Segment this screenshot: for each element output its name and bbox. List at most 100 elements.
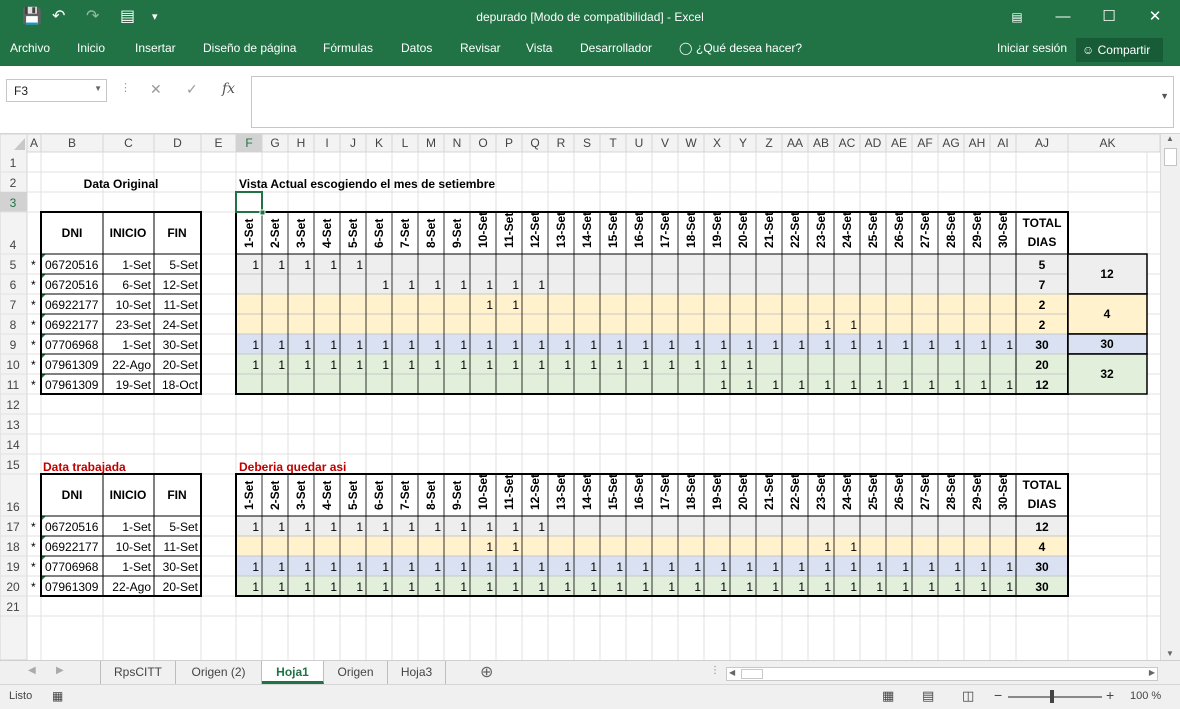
sheet-tab-hoja3[interactable]: Hoja3 bbox=[388, 661, 446, 684]
column-header-w[interactable]: W bbox=[685, 136, 697, 150]
macro-record-icon[interactable]: ▦ bbox=[52, 689, 63, 703]
row-header-16[interactable]: 16 bbox=[6, 500, 20, 514]
scroll-left-icon[interactable]: ◀ bbox=[729, 668, 735, 677]
column-header-q[interactable]: Q bbox=[530, 136, 539, 150]
column-header-f[interactable]: F bbox=[245, 136, 252, 150]
row-header-11[interactable]: 11 bbox=[7, 378, 20, 392]
column-header-y[interactable]: Y bbox=[739, 136, 747, 150]
row-header-9[interactable]: 9 bbox=[10, 338, 17, 352]
row-header-4[interactable]: 4 bbox=[10, 238, 17, 252]
add-sheet-icon[interactable]: ⊕ bbox=[480, 662, 493, 682]
row-header-1[interactable]: 1 bbox=[10, 156, 17, 170]
column-header-v[interactable]: V bbox=[661, 136, 669, 150]
row-header-13[interactable]: 13 bbox=[6, 418, 20, 432]
column-header-t[interactable]: T bbox=[609, 136, 617, 150]
horizontal-scrollbar[interactable]: ◀ ▶ bbox=[726, 667, 1158, 681]
column-header-d[interactable]: D bbox=[173, 136, 182, 150]
total-dias-cell: 30 bbox=[1035, 580, 1049, 594]
day-value-cell: 1 bbox=[642, 358, 649, 372]
row-header-6[interactable]: 6 bbox=[10, 278, 17, 292]
row-header-10[interactable]: 10 bbox=[6, 358, 20, 372]
column-header-g[interactable]: G bbox=[270, 136, 279, 150]
zoom-slider[interactable] bbox=[1008, 690, 1102, 703]
zoom-slider-thumb[interactable] bbox=[1050, 690, 1054, 703]
column-header-l[interactable]: L bbox=[402, 136, 409, 150]
sheet-tab-rpscitt[interactable]: RpsCITT bbox=[100, 661, 176, 684]
row-header-20[interactable]: 20 bbox=[6, 580, 20, 594]
column-header-s[interactable]: S bbox=[583, 136, 591, 150]
row-header-18[interactable]: 18 bbox=[6, 540, 20, 554]
column-header-e[interactable]: E bbox=[214, 136, 222, 150]
day-value-cell: 1 bbox=[512, 520, 519, 534]
header-dni: DNI bbox=[62, 226, 83, 240]
row-header-2[interactable]: 2 bbox=[10, 176, 17, 190]
day-value-cell: 1 bbox=[434, 338, 441, 352]
column-header-u[interactable]: U bbox=[635, 136, 644, 150]
scroll-down-icon[interactable]: ▼ bbox=[1166, 649, 1174, 658]
next-sheet-icon[interactable]: ▶ bbox=[56, 665, 64, 676]
row-header-7[interactable]: 7 bbox=[10, 298, 17, 312]
column-header-ab[interactable]: AB bbox=[813, 136, 829, 150]
column-header-n[interactable]: N bbox=[453, 136, 462, 150]
sheet-tab-hoja1[interactable]: Hoja1 bbox=[262, 661, 324, 684]
vertical-scroll-thumb[interactable] bbox=[1164, 148, 1177, 166]
zoom-out-icon[interactable]: − bbox=[994, 687, 1002, 703]
column-header-ae[interactable]: AE bbox=[891, 136, 907, 150]
column-header-aa[interactable]: AA bbox=[787, 136, 803, 150]
column-header-ai[interactable]: AI bbox=[997, 136, 1008, 150]
row-header-17[interactable]: 17 bbox=[6, 520, 20, 534]
column-header-i[interactable]: I bbox=[325, 136, 328, 150]
zoom-level[interactable]: 100 % bbox=[1130, 690, 1161, 702]
vertical-scrollbar[interactable]: ▲ ▼ bbox=[1160, 134, 1180, 660]
row-header-8[interactable]: 8 bbox=[10, 318, 17, 332]
normal-view-icon[interactable]: ▦ bbox=[882, 688, 894, 704]
column-header-c[interactable]: C bbox=[124, 136, 133, 150]
scroll-right-icon[interactable]: ▶ bbox=[1149, 668, 1155, 677]
scroll-up-icon[interactable]: ▲ bbox=[1166, 134, 1174, 143]
column-header-z[interactable]: Z bbox=[765, 136, 772, 150]
fill-handle[interactable] bbox=[259, 209, 266, 216]
row-header-3[interactable]: 3 bbox=[10, 196, 17, 210]
column-header-af[interactable]: AF bbox=[917, 136, 932, 150]
prev-sheet-icon[interactable]: ◀ bbox=[28, 665, 36, 676]
title-data-trabajada: Data trabajada bbox=[43, 460, 126, 474]
column-header-ag[interactable]: AG bbox=[942, 136, 959, 150]
sheet-tab-origen[interactable]: Origen bbox=[324, 661, 388, 684]
column-header-j[interactable]: J bbox=[350, 136, 356, 150]
inicio-cell: 1-Set bbox=[122, 258, 151, 272]
column-header-ad[interactable]: AD bbox=[865, 136, 882, 150]
page-break-view-icon[interactable]: ◫ bbox=[962, 688, 974, 704]
zoom-in-icon[interactable]: + bbox=[1106, 687, 1114, 703]
row-header-12[interactable]: 12 bbox=[6, 398, 20, 412]
column-header-h[interactable]: H bbox=[297, 136, 306, 150]
column-header-m[interactable]: M bbox=[426, 136, 436, 150]
day-header: 24-Set bbox=[840, 474, 854, 510]
page-layout-view-icon[interactable]: ▤ bbox=[922, 688, 934, 704]
column-header-b[interactable]: B bbox=[68, 136, 76, 150]
title-vista-actual: Vista Actual escogiendo el mes de setiem… bbox=[239, 177, 495, 191]
row-header-21[interactable]: 21 bbox=[6, 600, 20, 614]
row-header-19[interactable]: 19 bbox=[6, 560, 20, 574]
column-header-ak[interactable]: AK bbox=[1099, 136, 1115, 150]
horizontal-scroll-thumb[interactable] bbox=[741, 669, 763, 679]
column-header-p[interactable]: P bbox=[505, 136, 513, 150]
day-value-cell: 1 bbox=[460, 358, 467, 372]
sheet-tab-origen-2[interactable]: Origen (2) bbox=[176, 661, 262, 684]
day-value-cell: 1 bbox=[382, 520, 389, 534]
column-header-a[interactable]: A bbox=[30, 136, 38, 150]
row-header-5[interactable]: 5 bbox=[10, 258, 17, 272]
column-header-k[interactable]: K bbox=[375, 136, 383, 150]
day-value-cell: 1 bbox=[876, 580, 883, 594]
column-header-r[interactable]: R bbox=[557, 136, 566, 150]
column-header-ah[interactable]: AH bbox=[969, 136, 986, 150]
row-header-15[interactable]: 15 bbox=[6, 458, 20, 472]
column-header-o[interactable]: O bbox=[478, 136, 487, 150]
day-value-cell: 1 bbox=[330, 520, 337, 534]
column-header-aj[interactable]: AJ bbox=[1035, 136, 1049, 150]
worksheet-grid[interactable]: A B C D E F G H I J K L M N O P Q R S T U V W X Y Z AA AB AC AD AE AF AG… bbox=[0, 0, 1180, 709]
row-header-14[interactable]: 14 bbox=[6, 438, 20, 452]
column-header-ac[interactable]: AC bbox=[839, 136, 856, 150]
column-header-x[interactable]: X bbox=[713, 136, 721, 150]
tab-split-icon[interactable]: ⋮ bbox=[710, 665, 720, 676]
day-header: 15-Set bbox=[606, 212, 620, 248]
